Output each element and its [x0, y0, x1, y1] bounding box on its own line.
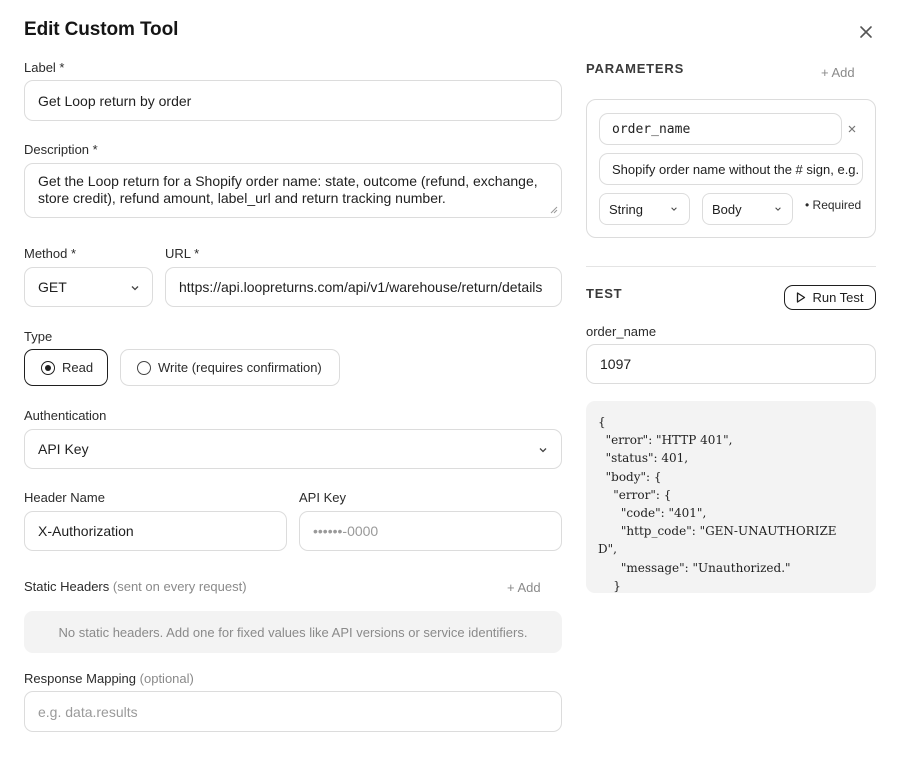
- response-mapping-placeholder: e.g. data.results: [38, 703, 138, 720]
- url-field-label: URL *: [165, 246, 200, 261]
- run-test-label: Run Test: [812, 290, 864, 305]
- url-value: https://api.loopreturns.com/api/v1/wareh…: [179, 279, 543, 295]
- authentication-value: API Key: [38, 441, 89, 457]
- test-input-label: order_name: [586, 324, 657, 339]
- radio-unselected-icon: [137, 360, 151, 375]
- radio-selected-icon: [41, 360, 55, 375]
- authentication-field-label: Authentication: [24, 408, 107, 423]
- play-icon: [797, 292, 806, 303]
- api-key-placeholder: ••••••-0000: [313, 523, 379, 539]
- parameter-name-value: order_name: [612, 121, 691, 137]
- parameter-location-value: Body: [712, 201, 742, 217]
- static-headers-empty-state: No static headers. Add one for fixed val…: [24, 611, 562, 653]
- description-field-label: Description *: [24, 142, 98, 157]
- static-headers-title: Static Headers: [24, 579, 110, 594]
- parameters-heading: PARAMETERS: [586, 61, 685, 76]
- type-write-label: Write (requires confirmation): [158, 360, 322, 375]
- chevron-down-icon: [539, 448, 547, 453]
- chevron-down-icon: [671, 207, 677, 211]
- description-textarea[interactable]: Get the Loop return for a Shopify order …: [24, 163, 562, 218]
- parameter-location-select[interactable]: Body: [702, 193, 793, 225]
- response-mapping-input[interactable]: e.g. data.results: [24, 691, 562, 732]
- remove-icon[interactable]: [848, 125, 856, 133]
- parameter-name-input[interactable]: order_name: [599, 113, 842, 145]
- response-mapping-hint: (optional): [139, 671, 194, 686]
- edit-custom-tool-dialog: Edit Custom Tool Label * Get Loop return…: [0, 0, 900, 775]
- static-headers-label: Static Headers (sent on every request): [24, 579, 247, 594]
- parameter-description-input[interactable]: Shopify order name without the # sign, e…: [599, 153, 863, 185]
- parameter-type-select[interactable]: String: [599, 193, 690, 225]
- method-value: GET: [38, 279, 67, 295]
- type-read-option[interactable]: Read: [24, 349, 108, 386]
- label-input[interactable]: Get Loop return by order: [24, 80, 562, 121]
- api-key-field-label: API Key: [299, 490, 346, 505]
- authentication-select[interactable]: API Key: [24, 429, 562, 469]
- close-icon[interactable]: [856, 22, 876, 42]
- response-mapping-label: Response Mapping (optional): [24, 671, 194, 686]
- api-key-input[interactable]: ••••••-0000: [299, 511, 562, 551]
- url-input[interactable]: https://api.loopreturns.com/api/v1/wareh…: [165, 267, 562, 307]
- test-output-panel: { "error": "HTTP 401", "status": 401, "b…: [586, 401, 876, 593]
- parameter-card: order_name Shopify order name without th…: [586, 99, 876, 238]
- test-input-value: 1097: [600, 356, 632, 372]
- type-read-label: Read: [62, 360, 94, 375]
- resize-handle-icon[interactable]: [550, 206, 558, 214]
- chevron-down-icon: [775, 207, 781, 211]
- parameter-type-value: String: [609, 201, 643, 217]
- label-field-label: Label *: [24, 60, 65, 75]
- test-output-code: { "error": "HTTP 401", "status": 401, "b…: [598, 415, 837, 593]
- type-write-option[interactable]: Write (requires confirmation): [120, 349, 340, 386]
- method-field-label: Method *: [24, 246, 77, 261]
- add-static-header-button[interactable]: + Add: [507, 580, 541, 595]
- dialog-title: Edit Custom Tool: [24, 19, 179, 40]
- section-divider: [586, 266, 876, 267]
- parameter-required-toggle[interactable]: • Required: [805, 198, 861, 212]
- test-order-name-input[interactable]: 1097: [586, 344, 876, 384]
- label-input-value: Get Loop return by order: [38, 92, 192, 109]
- type-field-label: Type: [24, 329, 53, 344]
- parameter-description-value: Shopify order name without the # sign, e…: [612, 161, 862, 177]
- add-parameter-button[interactable]: + Add: [821, 65, 855, 80]
- header-name-input[interactable]: X-Authorization: [24, 511, 287, 551]
- run-test-button[interactable]: Run Test: [784, 285, 876, 310]
- header-name-value: X-Authorization: [38, 523, 134, 539]
- test-heading: TEST: [586, 286, 623, 301]
- chevron-down-icon: [131, 286, 139, 291]
- response-mapping-title: Response Mapping: [24, 671, 137, 686]
- description-value: Get the Loop return for a Shopify order …: [38, 173, 538, 206]
- header-name-field-label: Header Name: [24, 490, 105, 505]
- method-select[interactable]: GET: [24, 267, 153, 307]
- static-headers-hint: (sent on every request): [112, 579, 247, 594]
